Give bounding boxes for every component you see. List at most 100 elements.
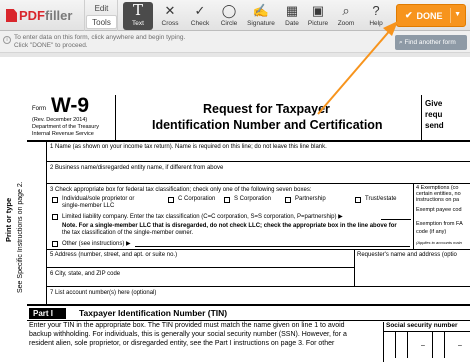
part-1-para-line-2: backup withholding. For individuals, thi… <box>29 331 347 338</box>
cross-tool-button[interactable]: ✕ Cross <box>155 2 185 30</box>
form-title-1: Request for Taxpayer <box>203 102 330 116</box>
circle-tool-button[interactable]: ◯ Circle <box>214 2 244 30</box>
note-line-2: the tax classification of the single-mem… <box>62 230 194 236</box>
text-tool-label: Text <box>132 20 144 27</box>
zoom-icon: ⌕ <box>342 3 350 18</box>
ssn-digit-divider[interactable] <box>432 331 433 358</box>
hint-line-1: To enter data on this form, click anywhe… <box>14 34 186 41</box>
llc-classification-field[interactable] <box>381 219 411 220</box>
text-tool-button[interactable]: T Text <box>123 2 153 30</box>
check-tool-label: Check <box>190 20 210 27</box>
info-icon: i <box>3 36 11 44</box>
divider <box>46 267 354 268</box>
divider <box>46 249 470 250</box>
divider <box>46 142 47 304</box>
form-right-text-1: Give <box>425 99 443 108</box>
fatca-code-label: code (if any) <box>416 229 447 235</box>
find-another-form-button[interactable]: ⌕ Find another form <box>395 35 467 50</box>
other-field[interactable] <box>135 246 410 247</box>
divider <box>383 331 470 332</box>
help-tool-button[interactable]: ? Help <box>361 2 391 30</box>
line-1-label: 1 Name (as shown on your income tax retu… <box>50 144 327 150</box>
form-right-text-3: send <box>425 121 444 130</box>
find-another-form-label: Find another form <box>404 39 456 46</box>
cross-tool-label: Cross <box>161 20 179 27</box>
divider <box>27 320 470 321</box>
picture-tool-button[interactable]: ▣ Picture <box>303 2 333 30</box>
llc-label: Limited liability company. Enter the tax… <box>62 214 343 220</box>
llc-checkbox[interactable] <box>52 214 58 220</box>
hint-line-2: Click "DONE" to proceed. <box>14 42 88 49</box>
ssn-digit-divider[interactable] <box>395 331 396 358</box>
note-line-1: Note. For a single-member LLC that is di… <box>62 223 397 229</box>
form-right-text-2: requ <box>425 110 443 119</box>
pdffiller-logo-icon <box>6 9 17 22</box>
requester-label: Requester's name and address (optio <box>357 252 457 258</box>
ssn-digit-divider[interactable] <box>407 331 408 358</box>
line-5-label: 5 Address (number, street, and apt. or s… <box>50 252 178 258</box>
divider <box>413 183 414 249</box>
divider <box>354 249 355 286</box>
form-label: Form <box>32 106 46 112</box>
form-revision: (Rev. December 2014) <box>32 117 88 123</box>
signature-tool-button[interactable]: ✍ Signature <box>246 2 276 30</box>
form-title-2: Identification Number and Certification <box>152 118 383 132</box>
side-label-instructions: See Specific Instructions on page 2. <box>17 181 24 293</box>
mode-edit-tab[interactable]: Edit <box>85 2 118 16</box>
line-6-label: 6 City, state, and ZIP code <box>50 271 121 277</box>
chevron-down-icon[interactable]: ▼ <box>454 11 461 18</box>
part-1-title: Taxpayer Identification Number (TIN) <box>79 308 228 318</box>
signature-tool-label: Signature <box>247 20 275 27</box>
other-checkbox[interactable] <box>52 241 58 247</box>
form-department: Department of the Treasury <box>32 124 99 130</box>
fatca-label: Exemption from FA <box>416 221 463 227</box>
zoom-tool-button[interactable]: ⌕ Zoom <box>331 2 361 30</box>
signature-icon: ✍ <box>252 3 270 18</box>
logo-text-pdf: PDF <box>19 8 45 23</box>
check-tool-button[interactable]: ✓ Check <box>185 2 215 30</box>
trust-estate-checkbox[interactable] <box>355 197 361 203</box>
check-icon: ✓ <box>194 3 206 18</box>
line-7-label: 7 List account number(s) here (optional) <box>50 290 157 296</box>
zoom-tool-label: Zoom <box>337 20 355 27</box>
help-icon: ? <box>372 3 380 18</box>
part-1-para-line-3: resident alien, sole proprietor, or disr… <box>29 340 335 347</box>
exempt-payee-label: Exempt payee cod <box>416 207 462 213</box>
partnership-label: Partnership <box>295 196 326 202</box>
line-3-label: 3 Check appropriate box for federal tax … <box>50 187 312 193</box>
divider <box>421 95 422 140</box>
part-1-tag: Part I <box>29 308 66 319</box>
circle-icon: ◯ <box>221 3 237 18</box>
divider <box>46 286 470 287</box>
text-icon: T <box>132 1 143 19</box>
ssn-dash: – <box>458 342 462 349</box>
ssn-dash: – <box>421 342 425 349</box>
done-button[interactable]: ✔ DONE ▼ <box>396 4 466 27</box>
form-irs: Internal Revenue Service <box>32 131 94 137</box>
top-toolbar: PDF filler Edit Tools T Text ✕ Cross ✓ Ch… <box>0 0 470 31</box>
mode-switch: Edit Tools <box>84 0 118 31</box>
part-1-para-line-1: Enter your TIN in the appropriate box. T… <box>29 322 345 329</box>
individual-checkbox[interactable] <box>52 197 58 203</box>
pdffiller-logo[interactable]: PDF filler <box>6 8 72 23</box>
individual-label: Individual/sole proprietor or <box>62 196 135 202</box>
s-corporation-label: S Corporation <box>234 196 272 202</box>
c-corporation-checkbox[interactable] <box>168 197 174 203</box>
hint-text: To enter data on this form, click anywhe… <box>14 34 185 50</box>
circle-tool-label: Circle <box>220 20 238 27</box>
picture-tool-label: Picture <box>307 20 329 27</box>
divider <box>46 183 470 184</box>
exemptions-note: (Applies to accounts main <box>416 240 462 245</box>
s-corporation-checkbox[interactable] <box>224 197 230 203</box>
exemptions-label-3: instructions on pa <box>416 197 460 203</box>
help-tool-label: Help <box>369 20 383 27</box>
individual-label-2: single-member LLC <box>62 203 115 209</box>
done-check-icon: ✔ <box>405 10 413 20</box>
ssn-digit-divider[interactable] <box>444 331 445 358</box>
w9-document[interactable]: Form W-9 (Rev. December 2014) Department… <box>4 57 470 362</box>
divider <box>27 140 470 142</box>
divider <box>46 161 470 162</box>
partnership-checkbox[interactable] <box>285 197 291 203</box>
ssn-label: Social security number <box>386 322 458 329</box>
mode-tools-tab[interactable]: Tools <box>86 15 117 29</box>
